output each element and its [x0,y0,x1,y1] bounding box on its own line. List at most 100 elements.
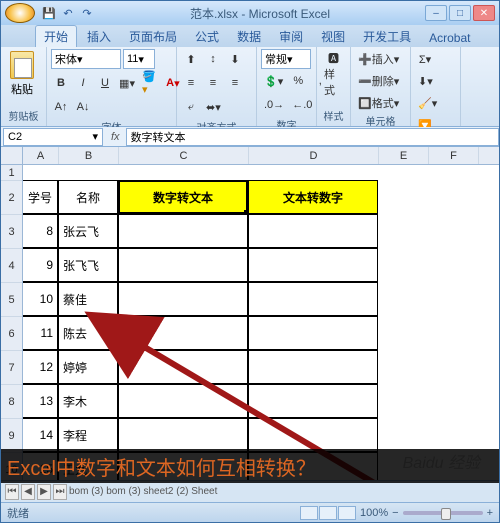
page-break-view-button[interactable] [338,506,356,520]
tab-视图[interactable]: 视图 [313,26,353,47]
row-header-8[interactable]: 8 [1,385,22,419]
col-header-E[interactable]: E [379,147,429,164]
cell-C6[interactable] [118,316,248,350]
align-top-button[interactable]: ⬆ [181,49,201,69]
cell-B6[interactable]: 陈去 [58,316,118,350]
cell-B7[interactable]: 婷婷 [58,350,118,384]
cell-C3[interactable] [118,214,248,248]
cell-D6[interactable] [248,316,378,350]
border-button[interactable]: ▦▾ [117,73,137,93]
cell-B5[interactable]: 蔡佳 [58,282,118,316]
row-header-5[interactable]: 5 [1,283,22,317]
cell-B3[interactable]: 张云飞 [58,214,118,248]
col-header-F[interactable]: F [429,147,479,164]
percent-button[interactable]: % [288,71,308,91]
align-middle-button[interactable]: ↕ [203,49,223,69]
font-name-dropdown[interactable]: 宋体 ▾ [51,49,121,69]
wrap-text-button[interactable]: ⤶ [181,97,201,117]
cell-A4[interactable]: 9 [23,248,58,282]
increase-decimal-button[interactable]: .0→ [261,95,287,115]
cell-A7[interactable]: 12 [23,350,58,384]
minimize-button[interactable]: – [425,5,447,21]
currency-button[interactable]: 💲▾ [261,71,286,91]
underline-button[interactable]: U [95,73,115,93]
row-header-3[interactable]: 3 [1,215,22,249]
cell-C4[interactable] [118,248,248,282]
spreadsheet-grid[interactable]: 12345678910 ABCDEF 学号名称数字转文本文本转数字8张云飞9张飞… [1,147,499,480]
cell-D4[interactable] [248,248,378,282]
format-cells-button[interactable]: 🔲格式▾ [355,93,402,113]
font-size-dropdown[interactable]: 11 ▾ [123,49,155,69]
tab-开发工具[interactable]: 开发工具 [355,26,419,47]
italic-button[interactable]: I [73,73,93,93]
cell-A9[interactable]: 14 [23,418,58,452]
cell-A6[interactable]: 11 [23,316,58,350]
insert-cells-button[interactable]: ➕插入▾ [355,49,402,69]
col-header-C[interactable]: C [119,147,249,164]
cell-D8[interactable] [248,384,378,418]
cell-B4[interactable]: 张飞飞 [58,248,118,282]
shrink-font-button[interactable]: A↓ [73,97,93,117]
tab-审阅[interactable]: 审阅 [271,26,311,47]
zoom-slider[interactable] [403,511,483,515]
cell-A5[interactable]: 10 [23,282,58,316]
zoom-out-button[interactable]: − [392,507,398,519]
bold-button[interactable]: B [51,73,71,93]
cell-A8[interactable]: 13 [23,384,58,418]
tab-开始[interactable]: 开始 [35,25,77,47]
cell-D5[interactable] [248,282,378,316]
paste-button[interactable]: 粘贴 [5,49,39,99]
sheet-nav-prev[interactable]: ◀ [21,484,35,500]
cell-B9[interactable]: 李程 [58,418,118,452]
tab-页面布局[interactable]: 页面布局 [121,26,185,47]
close-button[interactable]: ✕ [473,5,495,21]
tab-Acrobat[interactable]: Acrobat [421,29,478,47]
col-header-A[interactable]: A [23,147,59,164]
cell-D2[interactable]: 文本转数字 [248,180,378,214]
normal-view-button[interactable] [300,506,318,520]
cell-D7[interactable] [248,350,378,384]
merge-button[interactable]: ⬌▾ [203,97,224,117]
cell-C2[interactable]: 数字转文本 [118,180,248,214]
autosum-button[interactable]: Σ▾ [415,49,435,69]
cell-B2[interactable]: 名称 [58,180,118,214]
cell-D3[interactable] [248,214,378,248]
styles-button[interactable]: 🅰 样式 [321,49,346,99]
sheet-tabs[interactable]: bom (3) bom (3) sheet2 (2) Sheet [69,486,495,497]
align-center-button[interactable]: ≡ [203,73,223,93]
formula-input[interactable]: 数字转文本 [126,128,499,146]
clear-button[interactable]: 🧹▾ [415,93,440,113]
fx-icon[interactable]: fx [105,131,126,143]
sheet-nav-last[interactable]: ⏭ [53,484,67,500]
name-box[interactable]: C2▾ [3,128,103,146]
delete-cells-button[interactable]: ➖删除▾ [355,71,402,91]
row-header-2[interactable]: 2 [1,181,22,215]
row-header-6[interactable]: 6 [1,317,22,351]
cell-B8[interactable]: 李木 [58,384,118,418]
grow-font-button[interactable]: A↑ [51,97,71,117]
row-header-9[interactable]: 9 [1,419,22,453]
col-header-D[interactable]: D [249,147,379,164]
align-bottom-button[interactable]: ⬇ [225,49,245,69]
row-header-4[interactable]: 4 [1,249,22,283]
cell-A3[interactable]: 8 [23,214,58,248]
page-layout-view-button[interactable] [319,506,337,520]
zoom-in-button[interactable]: + [487,507,493,519]
fill-button[interactable]: ⬇▾ [415,71,436,91]
align-right-button[interactable]: ≡ [225,73,245,93]
col-header-B[interactable]: B [59,147,119,164]
cell-C8[interactable] [118,384,248,418]
number-format-dropdown[interactable]: 常规▾ [261,49,311,69]
align-left-button[interactable]: ≡ [181,73,201,93]
cell-A2[interactable]: 学号 [23,180,58,214]
cell-C7[interactable] [118,350,248,384]
maximize-button[interactable]: □ [449,5,471,21]
save-icon[interactable]: 💾 [41,5,57,21]
tab-数据[interactable]: 数据 [229,26,269,47]
office-button[interactable] [5,3,35,23]
cell-C9[interactable] [118,418,248,452]
cell-D9[interactable] [248,418,378,452]
fill-color-button[interactable]: 🪣▾ [139,73,161,93]
redo-icon[interactable]: ↷ [79,5,95,21]
row-header-7[interactable]: 7 [1,351,22,385]
